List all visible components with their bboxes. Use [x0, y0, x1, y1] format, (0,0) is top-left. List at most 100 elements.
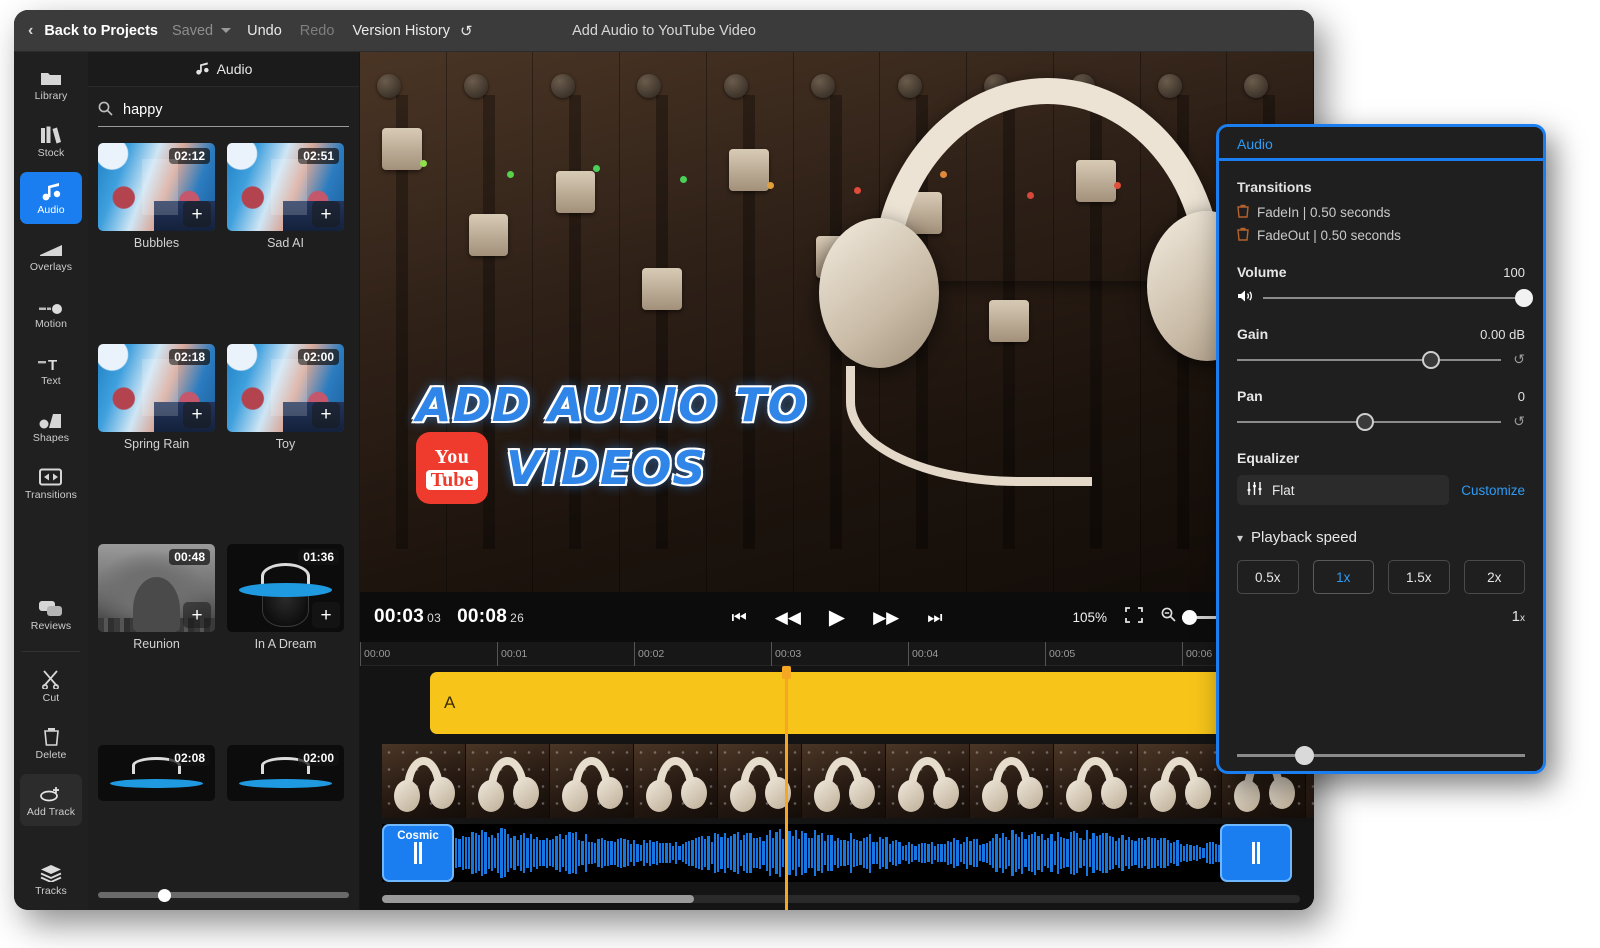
sidebar-item-transitions[interactable]: Transitions: [20, 457, 82, 509]
pan-slider-track[interactable]: [1237, 412, 1501, 431]
trash-icon[interactable]: [1237, 204, 1249, 221]
audio-card[interactable]: 02:12 + Bubbles: [98, 143, 215, 334]
overlay-line-2: VIDEOS: [506, 440, 707, 495]
gain-slider-track[interactable]: [1237, 350, 1501, 369]
sidebar-item-audio[interactable]: Audio: [20, 172, 82, 224]
add-audio-button[interactable]: +: [312, 201, 340, 227]
audio-card[interactable]: 02:00: [227, 744, 344, 885]
skip-to-end-icon[interactable]: ⏭: [927, 609, 942, 626]
gain-slider-row[interactable]: ↻: [1237, 350, 1525, 369]
preview-column: ADD AUDIO TO You Tube VIDEOS 00:03 03 00…: [360, 52, 1314, 910]
zoom-slider-knob[interactable]: [1182, 609, 1197, 625]
audio-card-label: Spring Rain: [123, 436, 190, 451]
equalizer-preset-select[interactable]: Flat: [1237, 475, 1450, 505]
timeline-ruler[interactable]: 00:00 00:01 00:02 00:03 00:04 00:05 00:0…: [360, 642, 1314, 666]
fullscreen-icon[interactable]: [1125, 606, 1143, 628]
audio-thumbnail[interactable]: 02:08: [98, 744, 215, 801]
search-row[interactable]: [98, 101, 349, 127]
motion-icon: [39, 295, 63, 315]
audio-card[interactable]: 02:18 + Spring Rain: [98, 343, 215, 535]
sidebar-item-text[interactable]: T Text: [20, 343, 82, 395]
audio-thumbnail[interactable]: 02:51 +: [227, 143, 344, 231]
transition-fade-in-row[interactable]: FadeIn | 0.50 seconds: [1237, 204, 1525, 221]
audio-card[interactable]: 02:00 + Toy: [227, 343, 344, 535]
sidebar-item-library[interactable]: Library: [20, 58, 82, 110]
timeline-track-video[interactable]: [382, 744, 1314, 818]
back-to-projects-button[interactable]: ‹ Back to Projects: [28, 22, 158, 40]
audio-thumbnail[interactable]: 02:00 +: [227, 343, 344, 432]
undo-button[interactable]: Undo: [247, 23, 282, 39]
tool-add-track[interactable]: Add Track: [20, 774, 82, 826]
timeline[interactable]: 00:00 00:01 00:02 00:03 00:04 00:05 00:0…: [360, 642, 1314, 910]
audio-clip-left-handle[interactable]: Cosmic: [382, 824, 454, 882]
speed-option-0_5x[interactable]: 0.5x: [1237, 560, 1299, 594]
sidebar-label-audio: Audio: [37, 203, 65, 216]
pan-slider-knob[interactable]: [1355, 412, 1374, 431]
playback-speed-slider-knob[interactable]: [1294, 746, 1314, 765]
transitions-icon: [39, 466, 63, 486]
audio-clip-right-handle[interactable]: [1220, 824, 1292, 882]
sidebar-item-motion[interactable]: Motion: [20, 286, 82, 338]
tab-audio[interactable]: Audio: [1219, 136, 1285, 161]
equalizer-customize-link[interactable]: Customize: [1461, 483, 1525, 498]
timeline-playhead[interactable]: [782, 666, 791, 910]
playback-speed-slider-track[interactable]: [1237, 746, 1525, 765]
volume-slider-row[interactable]: [1237, 288, 1533, 307]
audio-thumbnail[interactable]: 02:18 +: [98, 343, 215, 432]
pan-reset-icon[interactable]: ↻: [1511, 413, 1525, 430]
audio-thumbnail[interactable]: 02:00: [227, 744, 344, 801]
audio-card[interactable]: 01:36 + In A Dream: [227, 544, 344, 735]
save-menu-caret-icon[interactable]: [221, 28, 232, 33]
audio-thumbnail[interactable]: 00:48 +: [98, 544, 215, 632]
speaker-icon[interactable]: [1237, 289, 1253, 306]
audio-card[interactable]: 02:51 + Sad AI: [227, 143, 344, 334]
volume-slider-knob[interactable]: [1514, 288, 1533, 307]
timeline-scrollbar[interactable]: [382, 895, 1300, 903]
gain-slider-knob[interactable]: [1421, 350, 1440, 369]
trash-icon[interactable]: [1237, 227, 1249, 244]
rewind-icon[interactable]: ◀◀: [775, 609, 801, 626]
skip-to-start-icon[interactable]: ⏮: [731, 609, 746, 626]
audio-thumbnail[interactable]: 01:36 +: [227, 544, 344, 632]
ruler-tick: 00:04: [908, 642, 938, 666]
timeline-track-audio[interactable]: Cosmic: [382, 824, 1292, 882]
tool-tracks[interactable]: Tracks: [20, 853, 82, 905]
speed-option-1_5x[interactable]: 1.5x: [1388, 560, 1450, 594]
add-audio-button[interactable]: +: [183, 401, 211, 428]
pan-slider-row[interactable]: ↻: [1237, 412, 1525, 431]
sidebar-item-reviews[interactable]: Reviews: [20, 588, 82, 640]
sidebar-item-overlays[interactable]: Overlays: [20, 229, 82, 281]
sidebar-item-shapes[interactable]: Shapes: [20, 400, 82, 452]
add-audio-button[interactable]: +: [183, 201, 211, 227]
timeline-track-text[interactable]: A: [430, 672, 1314, 734]
duration-badge: 02:18: [169, 348, 210, 365]
drag-grip-icon: [414, 842, 422, 864]
tool-delete[interactable]: Delete: [20, 717, 82, 769]
add-audio-button[interactable]: +: [312, 401, 340, 428]
volume-slider-track[interactable]: [1263, 288, 1533, 307]
speed-option-2x[interactable]: 2x: [1463, 560, 1525, 594]
add-audio-button[interactable]: +: [312, 602, 340, 628]
tool-cut[interactable]: Cut: [20, 660, 82, 712]
redo-button[interactable]: Redo: [300, 23, 335, 39]
transition-fade-out-row[interactable]: FadeOut | 0.50 seconds: [1237, 227, 1525, 244]
audio-thumbnail[interactable]: 02:12 +: [98, 143, 215, 231]
zoom-out-icon[interactable]: [1161, 607, 1176, 627]
search-input[interactable]: [123, 102, 349, 118]
panel-scrollbar[interactable]: [98, 889, 349, 902]
timeline-scrollbar-thumb[interactable]: [382, 895, 695, 903]
add-audio-button[interactable]: +: [183, 602, 211, 628]
fast-forward-icon[interactable]: ▶▶: [873, 609, 899, 626]
gain-reset-icon[interactable]: ↻: [1511, 351, 1525, 368]
sidebar-item-stock[interactable]: Stock: [20, 115, 82, 167]
play-icon[interactable]: ▶: [829, 607, 845, 628]
playback-speed-header[interactable]: ▾ Playback speed: [1237, 529, 1525, 546]
audio-card[interactable]: 00:48 + Reunion: [98, 544, 215, 735]
video-preview[interactable]: ADD AUDIO TO You Tube VIDEOS: [360, 52, 1314, 592]
speed-option-1x[interactable]: 1x: [1312, 560, 1374, 594]
playhead-head[interactable]: [782, 666, 791, 679]
panel-scrollbar-thumb[interactable]: [158, 889, 172, 902]
version-history-button[interactable]: Version History ↻: [352, 22, 472, 40]
audio-card[interactable]: 02:08: [98, 744, 215, 885]
ruler-tick: 00:06: [1182, 642, 1212, 666]
